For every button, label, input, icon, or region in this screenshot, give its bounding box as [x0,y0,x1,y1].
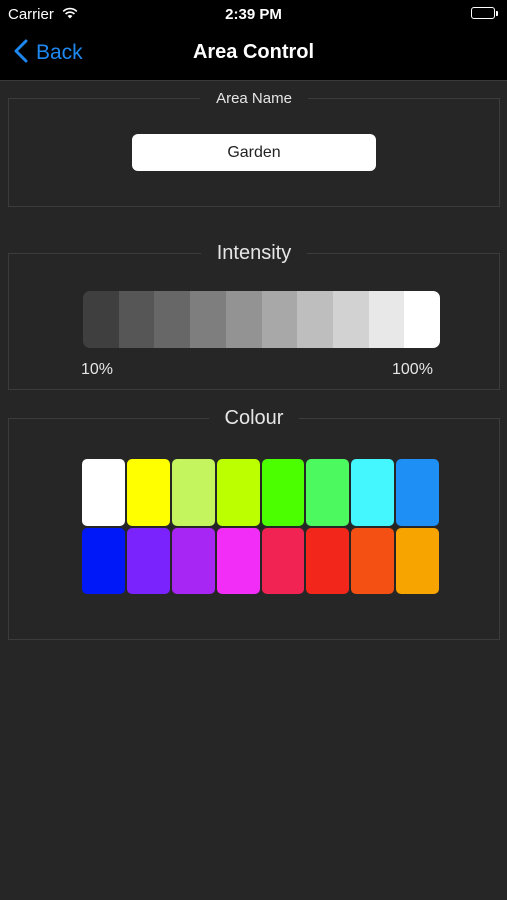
colour-panel: Colour [8,407,500,640]
navigation-bar: Back Area Control [0,28,507,81]
intensity-step-1[interactable] [83,291,119,348]
colour-swatch-6[interactable] [306,459,350,526]
colour-swatch-9[interactable] [82,527,125,594]
area-name-legend: Area Name [200,90,308,107]
area-name-panel: Area Name [8,90,500,207]
colour-swatch-13[interactable] [261,527,305,594]
intensity-step-9[interactable] [368,291,405,348]
page-title: Area Control [192,41,315,63]
colour-swatch-5[interactable] [261,459,305,526]
intensity-step-3[interactable] [154,291,191,348]
intensity-step-4[interactable] [190,291,226,348]
intensity-max-label: 100% [392,361,433,378]
intensity-step-5[interactable] [225,291,262,348]
colour-swatch-3[interactable] [171,459,215,526]
colour-swatch-15[interactable] [351,527,395,594]
colour-swatch-8[interactable] [396,459,439,526]
colour-swatch-4[interactable] [216,459,260,526]
clock-time: 2:39 PM [225,6,282,23]
battery-icon [471,7,499,20]
colour-swatch-1[interactable] [82,459,125,526]
colour-swatch-2[interactable] [126,459,170,526]
colour-swatch-7[interactable] [351,459,395,526]
intensity-min-label: 10% [81,361,114,378]
colour-swatch-14[interactable] [306,527,350,594]
colour-swatch-10[interactable] [126,527,170,594]
intensity-step-6[interactable] [261,291,298,348]
status-bar: Carrier 2:39 PM [0,0,507,28]
intensity-step-8[interactable] [332,291,369,348]
colour-swatch-11[interactable] [171,527,215,594]
area-name-input[interactable] [132,134,376,171]
colour-palette [82,459,439,594]
colour-swatch-16[interactable] [396,527,439,594]
colour-legend: Colour [208,407,300,429]
intensity-step-2[interactable] [118,291,155,348]
intensity-step-10[interactable] [404,291,440,348]
colour-swatch-12[interactable] [216,527,260,594]
intensity-legend: Intensity [200,242,308,264]
intensity-step-7[interactable] [297,291,333,348]
intensity-selector[interactable] [83,291,440,348]
intensity-panel: Intensity 10% 100% [8,242,500,390]
